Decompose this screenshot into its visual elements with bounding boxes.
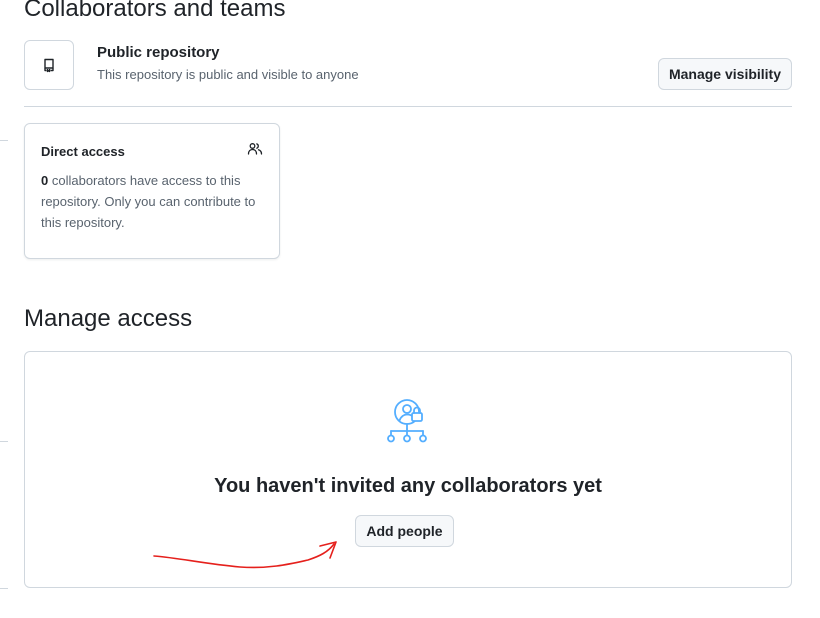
direct-access-description: 0 collaborators have access to this repo… — [41, 170, 267, 233]
visibility-description: This repository is public and visible to… — [97, 67, 359, 82]
add-people-button[interactable]: Add people — [355, 515, 454, 547]
manage-access-heading: Manage access — [24, 305, 193, 332]
empty-state-title: You haven't invited any collaborators ye… — [214, 475, 602, 497]
collaborators-lock-illustration-icon — [387, 399, 427, 443]
sidebar-edge-divider — [0, 140, 8, 141]
direct-access-card: Direct access 0 collaborators have acces… — [24, 123, 280, 259]
sidebar-edge-divider — [0, 441, 8, 442]
red-hand-drawn-arrow-icon — [153, 541, 337, 569]
manage-visibility-button[interactable]: Manage visibility — [658, 58, 792, 90]
repo-icon — [24, 40, 74, 90]
direct-access-text: collaborators have access to this reposi… — [41, 173, 256, 230]
people-icon — [247, 143, 263, 155]
collaborators-and-teams-heading: Collaborators and teams — [24, 0, 286, 22]
visibility-title: Public repository — [97, 44, 220, 61]
manage-access-box: You haven't invited any collaborators ye… — [24, 351, 792, 588]
page: Collaborators and teams Public repositor… — [0, 0, 820, 618]
section-divider — [24, 106, 792, 107]
sidebar-edge-divider — [0, 588, 8, 589]
direct-access-title: Direct access — [41, 144, 125, 159]
